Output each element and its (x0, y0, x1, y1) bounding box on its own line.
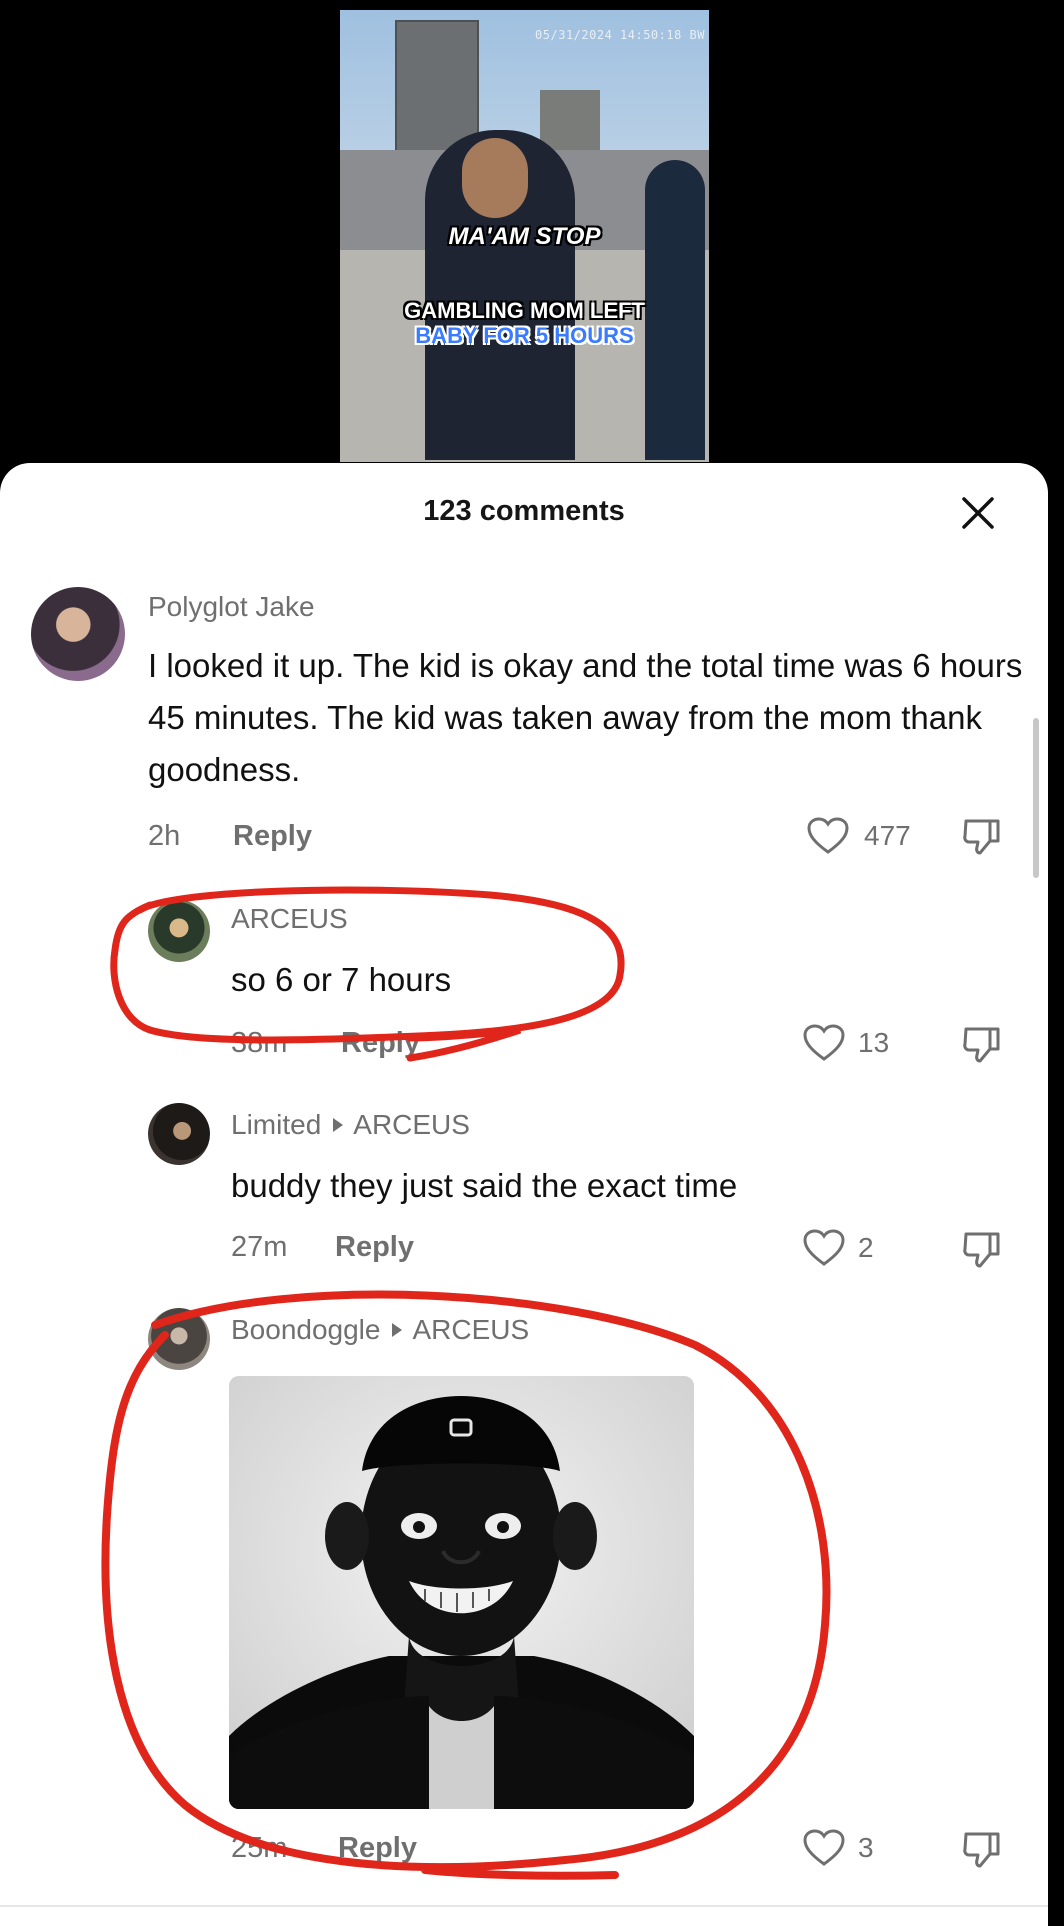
comments-count-title: 123 comments (423, 495, 625, 527)
video-woman-head (462, 138, 528, 218)
heart-icon[interactable] (802, 1228, 846, 1268)
comment-time: 25m (231, 1832, 288, 1864)
reply-button[interactable]: Reply (338, 1832, 417, 1865)
video-caption-top: MA'AM STOP (448, 223, 601, 250)
video-preview[interactable]: 05/31/2024 14:50:18 BW MA'AM STOP GAMBLI… (340, 10, 709, 462)
avatar[interactable] (148, 1103, 210, 1165)
reply-to-user[interactable]: ARCEUS (353, 1109, 470, 1140)
comment-text: I looked it up. The kid is okay and the … (148, 647, 1023, 788)
dislike-icon[interactable] (960, 815, 1004, 859)
reply-arrow-icon (392, 1323, 403, 1338)
comment-time: 2h (148, 820, 181, 852)
comment-author[interactable]: Polyglot Jake (148, 591, 315, 623)
reply-button[interactable]: Reply (341, 1027, 420, 1060)
reply-to-user[interactable]: ARCEUS (412, 1314, 529, 1345)
comment-author[interactable]: Boondoggle (231, 1314, 380, 1345)
like-count: 13 (858, 1027, 890, 1058)
avatar[interactable] (148, 1308, 210, 1370)
dislike-icon[interactable] (960, 1228, 1004, 1272)
reply-button[interactable]: Reply (335, 1231, 414, 1264)
video-timestamp: 05/31/2024 14:50:18 BW (535, 28, 705, 42)
dislike-icon[interactable] (960, 1023, 1004, 1067)
comment-text: buddy they just said the exact time (231, 1167, 738, 1204)
close-icon[interactable] (958, 493, 998, 533)
heart-icon[interactable] (802, 1023, 846, 1063)
like-count: 3 (858, 1832, 874, 1863)
comment-author[interactable]: ARCEUS (231, 903, 348, 935)
avatar[interactable] (148, 900, 210, 962)
comment-time: 38m (231, 1027, 288, 1059)
video-caption-line-1: GAMBLING MOM LEFT (404, 298, 645, 323)
like-count: 2 (858, 1232, 874, 1263)
dislike-icon[interactable] (960, 1828, 1004, 1872)
like-count: 477 (864, 820, 911, 851)
comment-text: so 6 or 7 hours (231, 961, 452, 998)
comment-author[interactable]: Limited (231, 1109, 321, 1140)
comment-meme-image[interactable] (229, 1376, 694, 1809)
comment-author-line: Boondoggle ARCEUS (231, 1314, 529, 1346)
scrollbar[interactable] (1033, 718, 1039, 878)
heart-icon[interactable] (806, 816, 850, 856)
reply-button[interactable]: Reply (233, 820, 312, 853)
video-caption-line-2: BABY FOR 5 HOURS (415, 323, 634, 348)
heart-icon[interactable] (802, 1828, 846, 1868)
reply-arrow-icon (333, 1118, 344, 1133)
bottom-divider (0, 1905, 1048, 1907)
comment-author-line: Limited ARCEUS (231, 1109, 470, 1141)
avatar[interactable] (31, 587, 125, 681)
comment-time: 27m (231, 1231, 288, 1263)
